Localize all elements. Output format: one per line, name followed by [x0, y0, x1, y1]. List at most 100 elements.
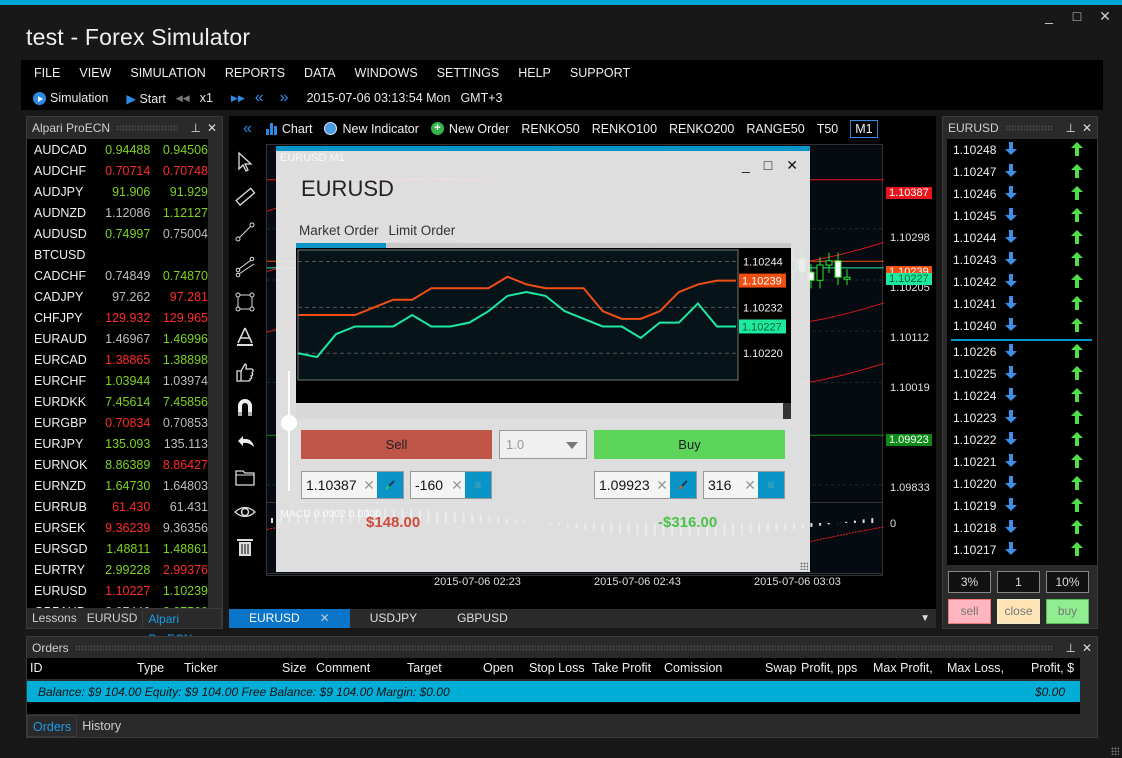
sell-arrow-icon[interactable]	[1005, 207, 1017, 222]
buy-arrow-icon[interactable]	[1071, 343, 1083, 358]
quote-row[interactable]: EURNOK 8.86389 8.86427	[27, 454, 208, 475]
column-header[interactable]: Take Profit	[592, 661, 651, 675]
buy-arrow-icon[interactable]	[1071, 207, 1083, 222]
chart-tab-usdjpy[interactable]: USDJPY	[350, 609, 437, 628]
close-icon[interactable]: ✕	[207, 121, 217, 135]
menu-reports[interactable]: REPORTS	[225, 66, 285, 80]
buy-arrow-icon[interactable]	[1071, 497, 1083, 512]
minimize-button[interactable]: _	[1042, 8, 1056, 25]
buy-arrow-icon[interactable]	[1071, 541, 1083, 556]
speed-label[interactable]: x1	[200, 91, 213, 105]
column-header[interactable]: Comment	[316, 661, 370, 675]
maximize-button[interactable]: □	[1070, 8, 1084, 25]
quote-row[interactable]: EURGBP 0.70834 0.70853	[27, 412, 208, 433]
menu-support[interactable]: SUPPORT	[570, 66, 630, 80]
buy-arrow-icon[interactable]	[1071, 519, 1083, 534]
buy-arrow-icon[interactable]	[1071, 251, 1083, 266]
menu-help[interactable]: HELP	[518, 66, 551, 80]
step-forward-icon[interactable]: »	[280, 89, 289, 107]
column-header[interactable]: Max Profit,	[873, 661, 933, 675]
buy-arrow-icon[interactable]	[1071, 229, 1083, 244]
collapse-icon[interactable]: «	[243, 120, 252, 138]
close-icon[interactable]: ✕	[1082, 641, 1092, 655]
buy-arrow-icon[interactable]	[1071, 317, 1083, 332]
folder-tool[interactable]	[229, 459, 261, 494]
text-tool[interactable]	[229, 319, 261, 354]
quote-row[interactable]: AUDCAD 0.94488 0.94506	[27, 139, 208, 160]
tick-chart-scrollbar[interactable]	[296, 403, 791, 419]
tab-market-order[interactable]: Market Order	[299, 223, 379, 238]
sell-arrow-icon[interactable]	[1005, 141, 1017, 156]
close-window-button[interactable]: ✕	[1098, 8, 1112, 25]
column-header[interactable]: Target	[407, 661, 442, 675]
column-header[interactable]: Profit, $	[1031, 661, 1074, 675]
buy-arrow-icon[interactable]	[1071, 365, 1083, 380]
pin-icon[interactable]: ⊥	[1065, 121, 1075, 135]
quote-row[interactable]: AUDNZD 1.12086 1.12127	[27, 202, 208, 223]
tabs-dropdown-icon[interactable]: ▼	[920, 613, 930, 624]
fast-forward-icon[interactable]: ▶▶	[231, 93, 245, 104]
tab-limit-order[interactable]: Limit Order	[389, 223, 456, 238]
quote-row[interactable]: EURCHF 1.03944 1.03974	[27, 370, 208, 391]
new-order-button[interactable]: + New Order	[430, 122, 509, 136]
close-tab-icon[interactable]: ✕	[320, 611, 330, 625]
menu-view[interactable]: VIEW	[79, 66, 111, 80]
quote-row[interactable]: BTCUSD	[27, 244, 208, 265]
buy-arrow-icon[interactable]	[1071, 273, 1083, 288]
buy-arrow-icon[interactable]	[1071, 475, 1083, 490]
column-header[interactable]: Size	[282, 661, 306, 675]
buy-button[interactable]: Buy	[594, 430, 785, 459]
eye-tool[interactable]	[229, 494, 261, 529]
buy-arrow-icon[interactable]	[1071, 295, 1083, 310]
quote-row[interactable]: EURSGD 1.48811 1.48861	[27, 538, 208, 559]
quote-row[interactable]: EURNZD 1.64730 1.64803	[27, 475, 208, 496]
undo-tool[interactable]	[229, 424, 261, 459]
chart-button[interactable]: Chart	[265, 122, 312, 136]
column-header[interactable]: Profit, pps	[801, 661, 857, 675]
buy-target-price-field[interactable]: 1.09923 ✕	[594, 471, 697, 499]
sell-arrow-icon[interactable]	[1005, 229, 1017, 244]
step-back-icon[interactable]: «	[255, 89, 264, 107]
column-header[interactable]: ID	[30, 661, 43, 675]
buy-arrow-icon[interactable]	[1071, 185, 1083, 200]
scrollbar[interactable]	[208, 139, 222, 610]
rewind-icon[interactable]: ◀◀	[176, 93, 190, 104]
buy-arrow-icon[interactable]	[1071, 409, 1083, 424]
column-header[interactable]: Swap	[765, 661, 796, 675]
simulation-button[interactable]: Simulation	[33, 91, 108, 106]
menu-windows[interactable]: WINDOWS	[355, 66, 418, 80]
menu-file[interactable]: FILE	[34, 66, 60, 80]
tab-eurusd[interactable]: EURUSD	[82, 608, 143, 628]
column-header[interactable]: Ticker	[184, 661, 218, 675]
clear-icon[interactable]: ✕	[449, 477, 465, 494]
drag-handle[interactable]	[116, 125, 179, 131]
column-header[interactable]: Max Loss,	[947, 661, 1004, 675]
column-header[interactable]: Type	[137, 661, 164, 675]
tab-orders[interactable]: Orders	[27, 715, 78, 737]
menu-data[interactable]: DATA	[304, 66, 335, 80]
menu-icon[interactable]: ≡	[758, 472, 784, 498]
buy-arrow-icon[interactable]	[1071, 431, 1083, 446]
clear-icon[interactable]: ✕	[742, 477, 758, 494]
buy-arrow-icon[interactable]	[1071, 387, 1083, 402]
quote-row[interactable]: AUDJPY 91.906 91.929	[27, 181, 208, 202]
buy-arrow-icon[interactable]	[1071, 453, 1083, 468]
trash-tool[interactable]	[229, 529, 261, 564]
quote-row[interactable]: CADCHF 0.74849 0.74870	[27, 265, 208, 286]
timeframe-renko200[interactable]: RENKO200	[669, 122, 734, 136]
start-button[interactable]: ▶ Start	[126, 91, 166, 106]
sell-arrow-icon[interactable]	[1005, 475, 1017, 490]
buy-arrow-icon[interactable]	[1071, 163, 1083, 178]
buy-arrow-icon[interactable]	[1071, 141, 1083, 156]
quote-row[interactable]: EURJPY 135.093 135.113	[27, 433, 208, 454]
resize-grip[interactable]	[800, 562, 808, 570]
line-tool[interactable]	[229, 214, 261, 249]
new-indicator-button[interactable]: New Indicator	[324, 122, 419, 136]
timeframe-range50[interactable]: RANGE50	[746, 122, 804, 136]
drag-handle[interactable]	[1004, 125, 1054, 131]
timeframe-renko100[interactable]: RENKO100	[592, 122, 657, 136]
column-header[interactable]: Stop Loss	[529, 661, 585, 675]
menu-simulation[interactable]: SIMULATION	[130, 66, 205, 80]
sell-arrow-icon[interactable]	[1005, 387, 1017, 402]
timeframe-m1[interactable]: M1	[850, 119, 878, 138]
